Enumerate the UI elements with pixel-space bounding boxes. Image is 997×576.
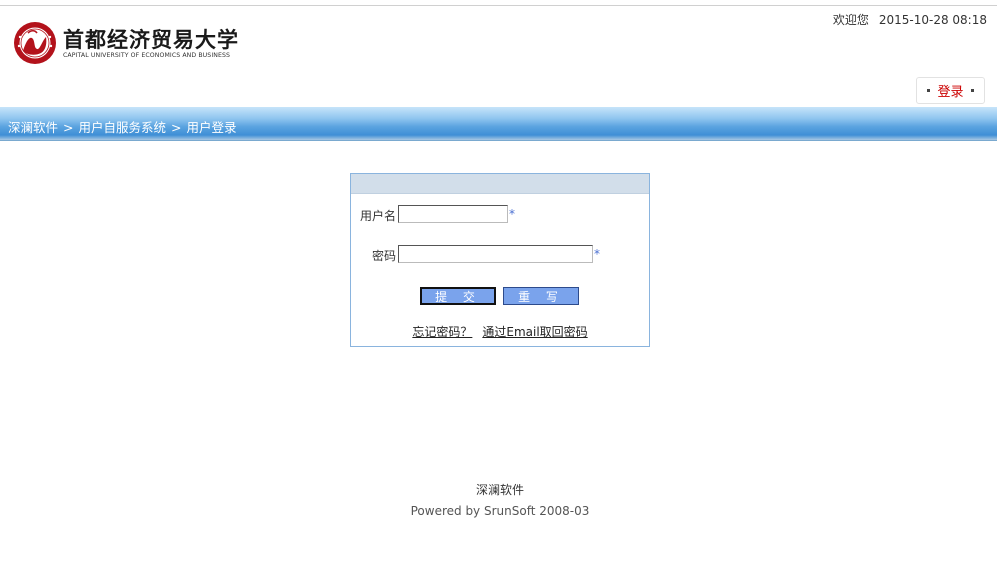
- submit-button[interactable]: 提 交: [420, 287, 496, 305]
- username-label: 用户名: [360, 209, 397, 223]
- email-recovery-link[interactable]: 通过Email取回密码: [482, 325, 587, 339]
- username-input[interactable]: [398, 205, 508, 223]
- forgot-password-link[interactable]: 忘记密码？: [412, 325, 472, 339]
- password-row: 密码 *: [351, 245, 649, 265]
- bullet-icon: [927, 89, 931, 92]
- login-tab-label: 登录: [937, 85, 964, 100]
- breadcrumb-item-company[interactable]: 深澜软件: [8, 120, 58, 135]
- username-required-mark: *: [509, 207, 515, 221]
- breadcrumb-item-login: 用户登录: [186, 120, 237, 135]
- current-datetime: 2015-10-28 08:18: [878, 13, 987, 27]
- login-panel: 用户名 * 密码 * 提 交 重 写 忘记密码？ 通过Email取回密码: [350, 173, 650, 347]
- password-input[interactable]: [398, 245, 593, 263]
- password-recovery-links: 忘记密码？ 通过Email取回密码: [351, 323, 649, 340]
- password-label: 密码: [372, 249, 397, 263]
- university-emblem-icon: [14, 22, 56, 64]
- logo-english-name: CAPITAL UNIVERSITY OF ECONOMICS AND BUSI…: [63, 52, 231, 59]
- login-panel-header: [351, 174, 649, 194]
- bullet-icon: [970, 89, 974, 92]
- username-row: 用户名 *: [351, 205, 649, 225]
- footer-powered-by: Powered by SrunSoft 2008-03: [410, 504, 590, 518]
- breadcrumb-item-system[interactable]: 用户自服务系统: [79, 120, 167, 135]
- welcome-text: 欢迎您: [832, 13, 869, 27]
- login-tab[interactable]: 登录: [916, 77, 985, 104]
- top-divider: [0, 5, 997, 6]
- logo-chinese-name: 首都经济贸易大学: [63, 27, 239, 52]
- reset-button[interactable]: 重 写: [503, 287, 579, 305]
- university-logo[interactable]: 首都经济贸易大学 CAPITAL UNIVERSITY OF ECONOMICS…: [13, 21, 243, 67]
- breadcrumb-separator: >: [63, 120, 74, 135]
- footer-company: 深澜软件: [475, 483, 524, 497]
- breadcrumb: 深澜软件 > 用户自服务系统 > 用户登录: [8, 117, 237, 136]
- breadcrumb-separator: >: [171, 120, 182, 135]
- password-required-mark: *: [594, 247, 600, 261]
- breadcrumb-bar: 深澜软件 > 用户自服务系统 > 用户登录: [0, 107, 997, 141]
- welcome-info: 欢迎您 2015-10-28 08:18: [833, 11, 987, 28]
